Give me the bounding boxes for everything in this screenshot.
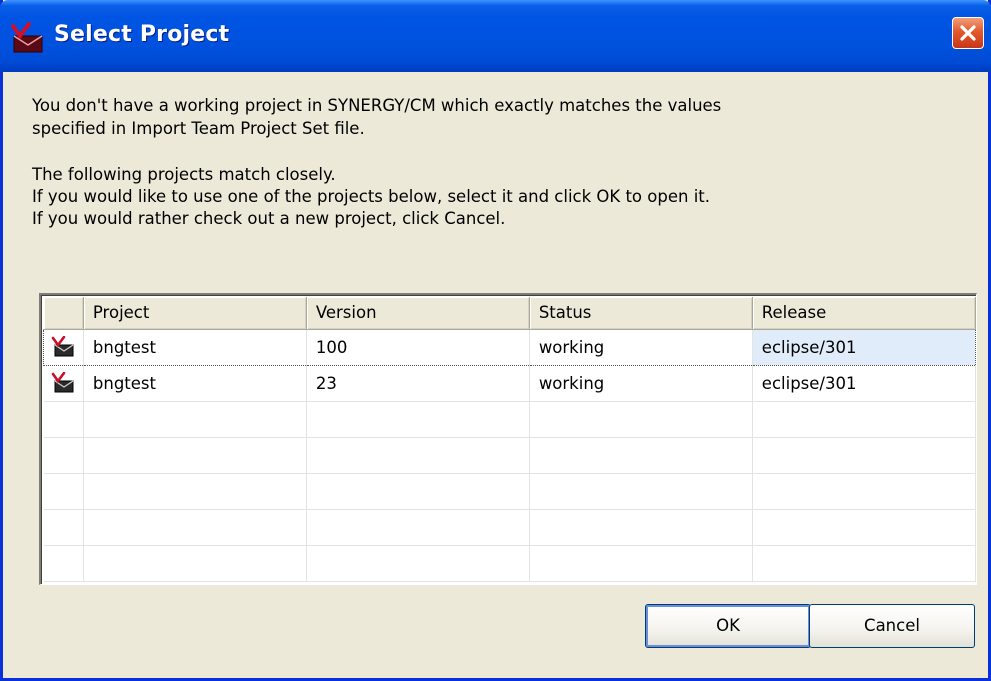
ok-button[interactable]: OK <box>645 604 811 648</box>
cell-release: eclipse/301 <box>752 365 976 402</box>
message-line-1: You don't have a working project in SYNE… <box>32 96 722 115</box>
title-bar[interactable]: Select Project <box>0 0 991 72</box>
message-line-3: The following projects match closely. <box>32 165 336 184</box>
project-table[interactable]: Project Version Status Release bngtest 1… <box>39 293 977 585</box>
message-line-5: If you would rather check out a new proj… <box>32 209 506 228</box>
empty-table-row <box>43 401 976 438</box>
empty-table-row <box>43 437 976 474</box>
column-header-project[interactable]: Project <box>83 297 307 330</box>
cancel-button[interactable]: Cancel <box>809 604 975 648</box>
table-row[interactable]: bngtest 23 working eclipse/301 <box>43 365 976 402</box>
row-icon-cell <box>43 328 84 366</box>
synergy-project-icon <box>51 371 75 394</box>
row-icon-cell <box>43 365 84 402</box>
synergy-project-icon <box>10 22 46 56</box>
cell-status: working <box>529 365 753 402</box>
cell-release: eclipse/301 <box>752 328 976 366</box>
cell-status: working <box>529 328 753 366</box>
cell-project: bngtest <box>83 328 307 366</box>
cell-version: 23 <box>306 365 530 402</box>
empty-table-row <box>43 473 976 510</box>
column-header-status[interactable]: Status <box>529 297 753 330</box>
close-button[interactable] <box>952 17 984 49</box>
synergy-project-icon <box>51 335 75 358</box>
dialog-title: Select Project <box>54 22 230 47</box>
cell-version: 100 <box>306 328 530 366</box>
column-header-release[interactable]: Release <box>752 297 976 330</box>
column-header-version[interactable]: Version <box>306 297 530 330</box>
message-line-4: If you would like to use one of the proj… <box>32 187 710 206</box>
empty-table-row <box>43 545 976 582</box>
empty-table-row <box>43 509 976 546</box>
project-grid[interactable]: Project Version Status Release bngtest 1… <box>43 297 976 582</box>
table-header-row: Project Version Status Release <box>43 297 976 330</box>
message-line-2: specified in Import Team Project Set fil… <box>32 119 365 138</box>
close-icon <box>960 25 976 41</box>
cell-project: bngtest <box>83 365 307 402</box>
column-header-icon[interactable] <box>43 297 84 330</box>
table-row[interactable]: bngtest 100 working eclipse/301 <box>43 328 976 366</box>
select-project-dialog: Select Project You don't have a working … <box>0 0 991 681</box>
